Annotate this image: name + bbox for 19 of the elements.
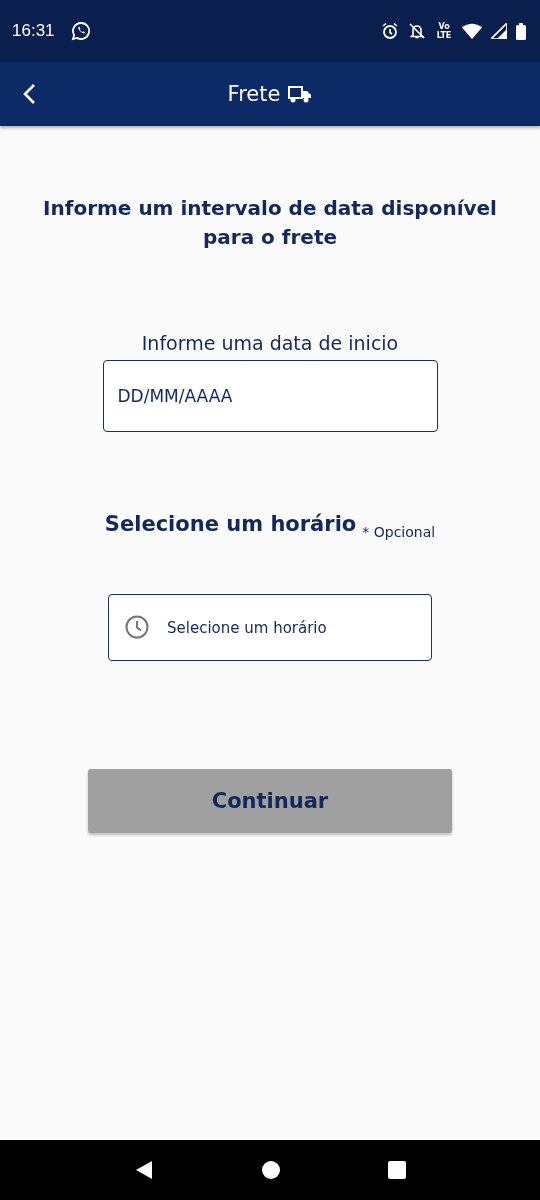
form-heading: Informe um intervalo de data disponível para o frete [42, 195, 498, 251]
back-icon [22, 83, 36, 105]
date-input-field[interactable]: DD/MM/AAAA [102, 360, 438, 432]
truck-icon [288, 85, 313, 103]
time-picker-field[interactable]: Selecione um horário [108, 594, 432, 661]
chat-bubble-icon [70, 21, 91, 41]
signal-icon [491, 23, 507, 39]
muted-bell-icon [408, 22, 426, 40]
alarm-clock-icon [381, 22, 399, 40]
status-time: 16:31 [12, 21, 55, 41]
wifi-icon [462, 23, 482, 39]
time-section-title: Selecione um horário [104, 512, 357, 536]
date-label: Informe uma data de inicio [141, 332, 399, 354]
network-label: Vo LTE [435, 22, 453, 40]
optional-note: * Opcional [362, 524, 436, 540]
screen-title: Frete [227, 82, 281, 106]
recents-square-icon[interactable] [388, 1161, 407, 1179]
home-circle-icon[interactable] [261, 1160, 281, 1180]
battery-icon [516, 22, 526, 40]
